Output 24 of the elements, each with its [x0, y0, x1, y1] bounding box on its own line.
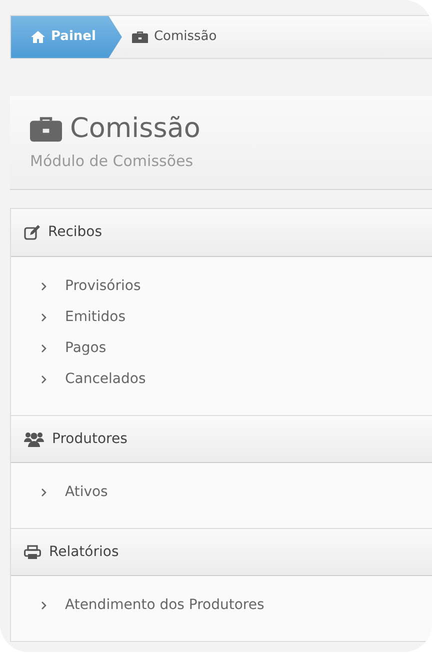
chevron-icon [41, 344, 47, 353]
chevron-icon [41, 375, 47, 384]
section-title: Produtores [52, 430, 128, 448]
users-icon [24, 431, 44, 447]
section-title: Recibos [48, 223, 102, 242]
chevron-icon [41, 282, 47, 291]
page-subtitle: Módulo de Comissões [30, 150, 194, 172]
chevron-icon [41, 601, 47, 610]
menu-link[interactable]: Provisórios [41, 271, 141, 302]
chevron-icon [41, 313, 47, 322]
briefcase-icon [132, 30, 148, 44]
breadcrumb-link[interactable]: Comissão [122, 16, 227, 58]
menu-link[interactable]: Emitidos [41, 302, 126, 333]
printer-icon [24, 544, 41, 560]
menu-link[interactable]: Cancelados [41, 364, 146, 395]
menu-link[interactable]: Atendimento dos Produtores [41, 590, 264, 621]
menu-link[interactable]: Ativos [41, 477, 108, 508]
section-title: Relatórios [49, 542, 119, 562]
home-icon [31, 31, 45, 43]
page-title: Comissão [70, 114, 200, 144]
briefcase-icon [30, 116, 62, 142]
chevron-icon [41, 488, 47, 497]
menu-link[interactable]: Pagos [41, 333, 106, 364]
edit-icon [24, 225, 40, 240]
